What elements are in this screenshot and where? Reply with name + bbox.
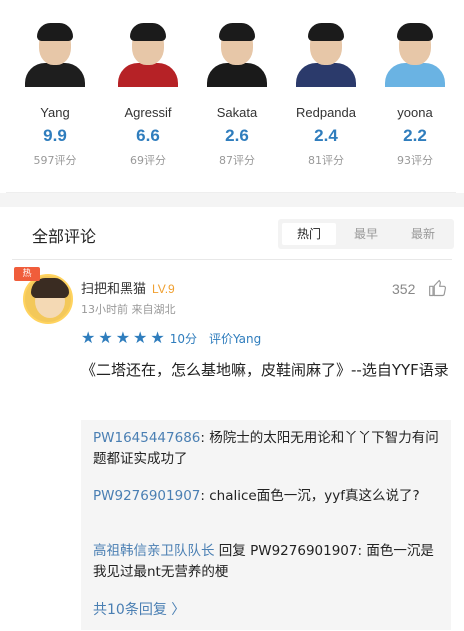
tab-hot[interactable]: 热门 <box>282 223 336 245</box>
comment-text: 《二塔还在，怎么基地嘛，皮鞋闹麻了》--选自YYF语录 <box>81 361 449 379</box>
player-rating-count: 597评分 <box>33 154 77 167</box>
player-name: Agressif <box>124 105 172 120</box>
more-replies-link[interactable]: 共10条回复 〉 <box>93 599 185 619</box>
reply-username[interactable]: PW1645447686 <box>93 430 200 446</box>
hot-badge: 热 <box>14 267 40 281</box>
reply-item[interactable]: 高祖韩信亲卫队队长 回复 PW9276901907: 面色一沉是我见过最nt无营… <box>93 541 445 583</box>
comments-header: 全部评论 热门 最早 最新 <box>0 207 464 259</box>
star-icon: ★ <box>98 328 113 347</box>
player-name: yoona <box>397 105 433 120</box>
commenter-avatar[interactable] <box>23 274 73 324</box>
reply-separator: : <box>357 543 367 559</box>
star-icon: ★ <box>115 328 131 347</box>
rating-target[interactable]: 评价Yang <box>209 330 261 347</box>
player-rating-count: 87评分 <box>219 154 255 167</box>
reply-separator: : <box>200 488 210 504</box>
reply-username[interactable]: PW9276901907 <box>93 488 200 504</box>
player-avatar <box>207 23 267 87</box>
star-icon: ★ <box>133 328 148 347</box>
rating-score: 10分 <box>169 332 197 346</box>
like-count: 352 <box>392 281 416 297</box>
player-score: 2.2 <box>403 126 427 145</box>
player-card-yang[interactable]: Yang 9.9 597评分 <box>10 23 100 168</box>
player-rating-count: 93评分 <box>397 154 433 167</box>
reply-separator: : <box>200 430 210 446</box>
section-divider <box>0 193 464 207</box>
tab-latest[interactable]: 最新 <box>396 223 450 245</box>
player-rating-count: 81评分 <box>308 154 344 167</box>
star-icon: ★ <box>150 328 165 347</box>
user-level-badge: LV.9 <box>152 282 175 296</box>
comments-title: 全部评论 <box>32 227 97 246</box>
thumbs-up-icon[interactable] <box>428 278 448 298</box>
sort-tabs: 热门 最早 最新 <box>278 219 454 249</box>
reply-item[interactable]: PW1645447686: 杨院士的太阳无用论和丫丫下智力有问题都证实成功了 <box>93 428 445 470</box>
replies-box: PW1645447686: 杨院士的太阳无用论和丫丫下智力有问题都证实成功了 P… <box>81 420 451 630</box>
player-avatar <box>385 23 445 87</box>
player-avatar <box>25 23 85 87</box>
reply-text: chalice面色一沉，yyf真这么说了? <box>209 488 420 504</box>
comment-meta: 13小时前 来自湖北 <box>81 303 176 316</box>
star-icon: ★ <box>81 328 96 347</box>
player-ratings-panel: Yang 9.9 597评分 Agressif 6.6 69评分 Sakata … <box>6 8 456 193</box>
player-rating-count: 69评分 <box>130 154 166 167</box>
player-card-yoona[interactable]: yoona 2.2 93评分 <box>370 23 460 168</box>
reply-item[interactable]: PW9276901907: chalice面色一沉，yyf真这么说了? <box>93 486 445 507</box>
player-name: Redpanda <box>296 105 356 120</box>
reply-target-user[interactable]: PW9276901907 <box>250 543 357 559</box>
player-score: 6.6 <box>136 126 160 145</box>
rating-row: ★ ★ ★ ★ ★ 10分 评价Yang <box>81 328 261 347</box>
player-card-agressif[interactable]: Agressif 6.6 69评分 <box>103 23 193 168</box>
player-avatar <box>296 23 356 87</box>
comment-username[interactable]: 扫把和黑猫 <box>81 282 146 297</box>
player-avatar <box>118 23 178 87</box>
reply-username[interactable]: 高祖韩信亲卫队队长 <box>93 543 215 559</box>
player-score: 9.9 <box>43 126 67 145</box>
player-score: 2.6 <box>225 126 249 145</box>
tab-earliest[interactable]: 最早 <box>339 223 393 245</box>
player-name: Yang <box>40 105 70 120</box>
player-name: Sakata <box>216 105 258 120</box>
player-score: 2.4 <box>314 126 338 145</box>
divider <box>12 259 452 260</box>
reply-word: 回复 <box>214 543 251 559</box>
comment-author[interactable]: 扫把和黑猫 LV.9 <box>81 278 175 297</box>
player-card-redpanda[interactable]: Redpanda 2.4 81评分 <box>281 23 371 168</box>
player-card-sakata[interactable]: Sakata 2.6 87评分 <box>192 23 282 168</box>
